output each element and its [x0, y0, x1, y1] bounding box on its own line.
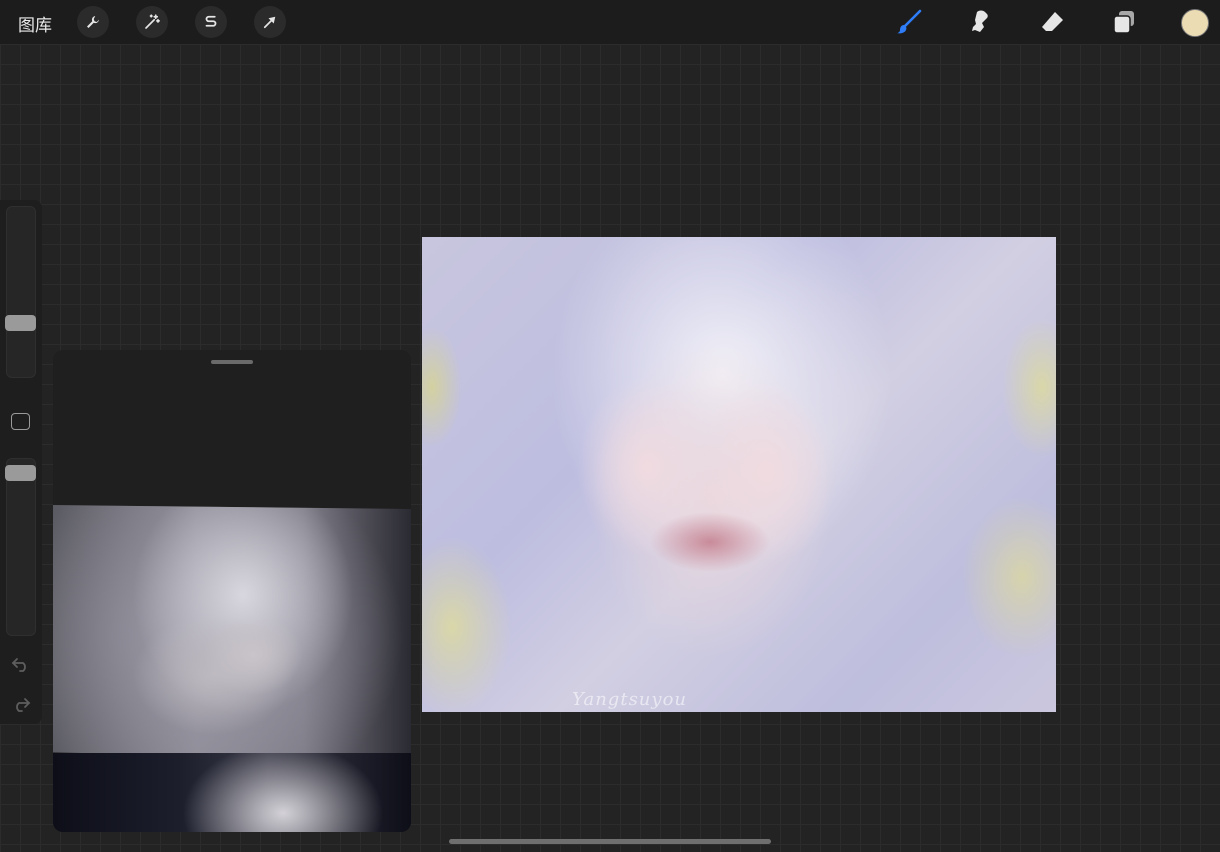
layers-icon: [1113, 11, 1134, 34]
color-picker-button[interactable]: [1181, 9, 1209, 37]
reference-image: [53, 505, 411, 760]
brush-tool-button[interactable]: [893, 6, 925, 38]
side-bar: [0, 200, 42, 724]
brush-size-slider[interactable]: [6, 206, 36, 378]
artwork-canvas[interactable]: Yangtsuyou: [422, 237, 1056, 712]
opacity-slider[interactable]: [6, 458, 36, 636]
smudge-icon: [972, 10, 988, 32]
modify-button[interactable]: [11, 413, 30, 430]
smudge-tool-button[interactable]: [965, 6, 997, 38]
home-indicator[interactable]: [449, 839, 771, 844]
brush-size-slider-thumb[interactable]: [5, 315, 36, 332]
arrow-icon: [263, 16, 276, 29]
gallery-button[interactable]: 图库: [18, 11, 52, 36]
top-toolbar: 图库: [0, 0, 1220, 44]
reference-panel[interactable]: [53, 350, 411, 832]
eraser-tool-button[interactable]: [1037, 6, 1069, 38]
undo-icon[interactable]: [11, 656, 31, 672]
wrench-icon: [87, 16, 99, 28]
selection-s-icon: [205, 15, 217, 27]
actions-button[interactable]: [77, 6, 109, 38]
opacity-slider-thumb[interactable]: [5, 465, 36, 481]
selection-button[interactable]: [195, 6, 227, 38]
transform-button[interactable]: [254, 6, 286, 38]
magic-wand-icon: [145, 14, 160, 29]
reference-image-lower: [53, 753, 411, 832]
redo-icon[interactable]: [11, 696, 31, 712]
adjustments-button[interactable]: [136, 6, 168, 38]
brush-icon: [897, 9, 922, 34]
artwork-signature: Yangtsuyou: [572, 689, 687, 710]
layers-button[interactable]: [1108, 6, 1140, 38]
eraser-icon: [1042, 12, 1063, 31]
reference-panel-drag-handle[interactable]: [211, 360, 253, 364]
